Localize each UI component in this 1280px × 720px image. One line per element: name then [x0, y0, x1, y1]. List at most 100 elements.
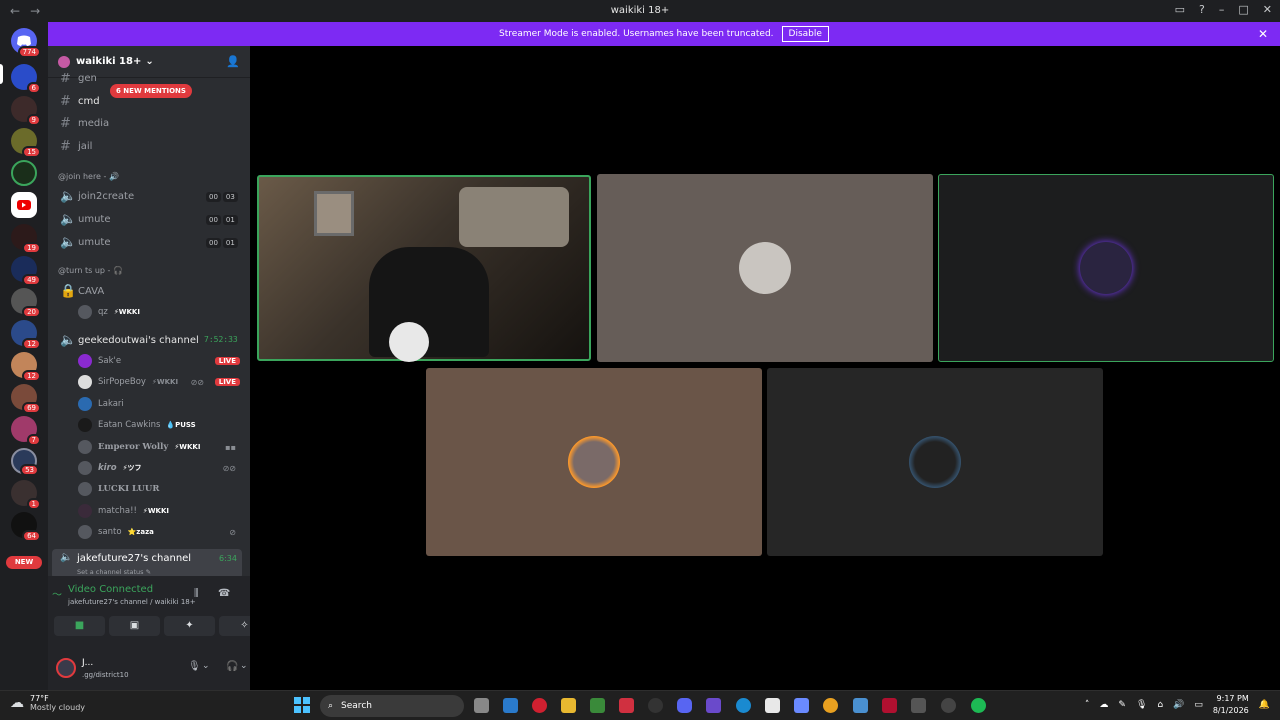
server-icon[interactable]: 53 [11, 448, 39, 476]
server-icon[interactable] [11, 160, 37, 186]
video-tile-user[interactable] [597, 174, 933, 362]
photos-icon[interactable] [853, 698, 868, 713]
channel-media[interactable]: # media [60, 116, 109, 131]
discord-icon[interactable] [677, 698, 692, 713]
chrome-icon[interactable] [823, 698, 838, 713]
weather-widget[interactable]: ☁ 77°F Mostly cloudy [10, 694, 85, 712]
microphone-icon[interactable]: 🎙 [188, 661, 201, 672]
server-icon[interactable]: 12 [11, 320, 41, 350]
server-icon[interactable]: 12 [11, 352, 41, 382]
windows-taskbar: ☁ 77°F Mostly cloudy ⌕ Search ˄ ☁ ✎ 🎙 ⌂ … [0, 690, 1280, 720]
app-icon[interactable] [911, 698, 926, 713]
close-window-icon[interactable]: ✕ [1263, 3, 1272, 16]
voice-channel-cava[interactable]: 🔒 CAVA [60, 284, 104, 299]
app-icon[interactable] [941, 698, 956, 713]
video-tile-user[interactable] [767, 368, 1103, 556]
inbox-icon[interactable]: ▭ [1175, 3, 1185, 16]
avatar [78, 525, 92, 539]
avatar[interactable] [56, 658, 76, 678]
network-icon[interactable]: ⌂ [1157, 700, 1163, 710]
minecraft-icon[interactable] [590, 698, 605, 713]
channel-jail[interactable]: # jail [60, 139, 92, 154]
voice-user[interactable]: Sak'e LIVE [78, 354, 240, 368]
server-name: waikiki 18+ [76, 56, 142, 67]
activities-button[interactable]: ✦ [164, 616, 215, 636]
start-button[interactable] [294, 697, 310, 713]
server-icon[interactable]: 64 [11, 512, 41, 542]
category-join-here[interactable]: @join here - 🔊 [58, 172, 119, 181]
headphones-icon[interactable]: 🎧 [226, 661, 238, 672]
microphone-icon[interactable]: 🎙 [1136, 700, 1147, 710]
voice-channel-join2create[interactable]: 🔈 join2create 00 03 [60, 189, 240, 204]
voice-user[interactable]: SirPopeBoy ⚡WKKI ⊘⊘ LIVE [78, 375, 240, 389]
notification-bell-icon[interactable]: 🔔 [1259, 700, 1270, 710]
voice-channel-jakefuture27[interactable]: 🔈 jakefuture27's channel 6:34 Set a chan… [52, 549, 242, 579]
taskbar-search[interactable]: ⌕ Search [320, 695, 464, 717]
help-icon[interactable]: ? [1199, 3, 1205, 16]
home-button[interactable]: 774 [11, 28, 41, 58]
onedrive-icon[interactable]: ☁ [1099, 700, 1108, 710]
voice-user[interactable]: santo ⭐zaza ⊘ [78, 525, 240, 539]
maximize-icon[interactable]: □ [1238, 3, 1248, 16]
pen-icon[interactable]: ✎ [1118, 700, 1126, 710]
disconnect-icon[interactable]: ☎ [218, 588, 230, 599]
voice-channel-umute[interactable]: 🔈 umute 00 01 [60, 212, 240, 227]
screen-share-button[interactable]: ▣ [109, 616, 160, 636]
category-turn-ts-up[interactable]: @turn ts up - 🎧 [58, 266, 123, 275]
store-icon[interactable] [765, 698, 780, 713]
channel-cmd[interactable]: # cmd [60, 94, 100, 109]
invite-people-icon[interactable]: 👤 [226, 55, 240, 68]
video-connected-status[interactable]: Video Connected [68, 584, 153, 595]
opera-icon[interactable] [532, 698, 547, 713]
app-icon[interactable] [882, 698, 897, 713]
voice-user[interactable]: kiro ⚡ツフ ⊘⊘ [78, 461, 240, 475]
server-icon[interactable]: 19 [11, 224, 41, 254]
server-icon[interactable]: 7 [11, 416, 41, 446]
server-icon[interactable]: 15 [11, 128, 41, 158]
new-servers-pill[interactable]: NEW [6, 556, 42, 569]
volume-icon[interactable]: 🔊 [1173, 700, 1184, 710]
copilot-icon[interactable] [794, 698, 809, 713]
streamer-mode-text: Streamer Mode is enabled. Usernames have… [499, 29, 774, 39]
4k-icon[interactable] [648, 698, 663, 713]
close-banner-icon[interactable]: ✕ [1258, 27, 1268, 41]
clock[interactable]: 9:17 PM 8/1/2026 [1213, 693, 1249, 717]
edge-icon[interactable] [736, 698, 751, 713]
noise-suppression-icon[interactable]: ⫼ [194, 588, 199, 599]
speaker-icon: 🔈 [60, 189, 77, 204]
minimize-icon[interactable]: – [1219, 3, 1225, 16]
server-icon[interactable]: 20 [11, 288, 41, 318]
new-mentions-pill[interactable]: 6 NEW MENTIONS [110, 84, 192, 98]
chevron-down-icon[interactable]: ⌄ [240, 661, 248, 671]
app-icon[interactable] [706, 698, 721, 713]
camera-button[interactable]: ■ [54, 616, 105, 636]
avatar [739, 242, 791, 294]
file-explorer-icon[interactable] [561, 698, 576, 713]
battery-icon[interactable]: ▭ [1194, 700, 1203, 710]
chevron-up-icon[interactable]: ˄ [1085, 700, 1090, 710]
chevron-down-icon[interactable]: ⌄ [202, 661, 210, 671]
voice-user[interactable]: Lakari [78, 397, 240, 411]
server-icon[interactable]: 69 [11, 384, 41, 414]
server-icon[interactable]: 49 [11, 256, 41, 286]
server-icon[interactable]: 6 [11, 64, 41, 94]
video-tile-camera[interactable] [257, 175, 591, 362]
voice-user[interactable]: qz ⚡WKKI [78, 305, 240, 319]
task-view-icon[interactable] [474, 698, 489, 713]
app-icon[interactable] [503, 698, 518, 713]
spotify-icon[interactable] [971, 698, 986, 713]
disable-streamer-mode-button[interactable]: Disable [781, 26, 829, 42]
voice-user[interactable]: LUCKI LUUR [78, 482, 240, 496]
voice-channel-umute[interactable]: 🔈 umute 00 01 [60, 235, 240, 250]
app-icon[interactable] [619, 698, 634, 713]
channel-status[interactable]: Set a channel status ✎ [77, 568, 151, 576]
voice-user[interactable]: Eatan Cawkins 💧PUSS [78, 418, 240, 432]
youtube-server-icon[interactable] [11, 192, 37, 218]
channel-gen[interactable]: # gen [60, 73, 97, 83]
video-tile-user[interactable] [426, 368, 762, 556]
voice-user[interactable]: matcha!! ⚡WKKI [78, 504, 240, 518]
video-tile-user[interactable] [938, 174, 1274, 362]
server-icon[interactable]: 9 [11, 96, 41, 126]
voice-user[interactable]: Emperor Wolly ⚡WKKI ▪▪ [78, 440, 240, 454]
server-icon[interactable]: 1 [11, 480, 41, 510]
